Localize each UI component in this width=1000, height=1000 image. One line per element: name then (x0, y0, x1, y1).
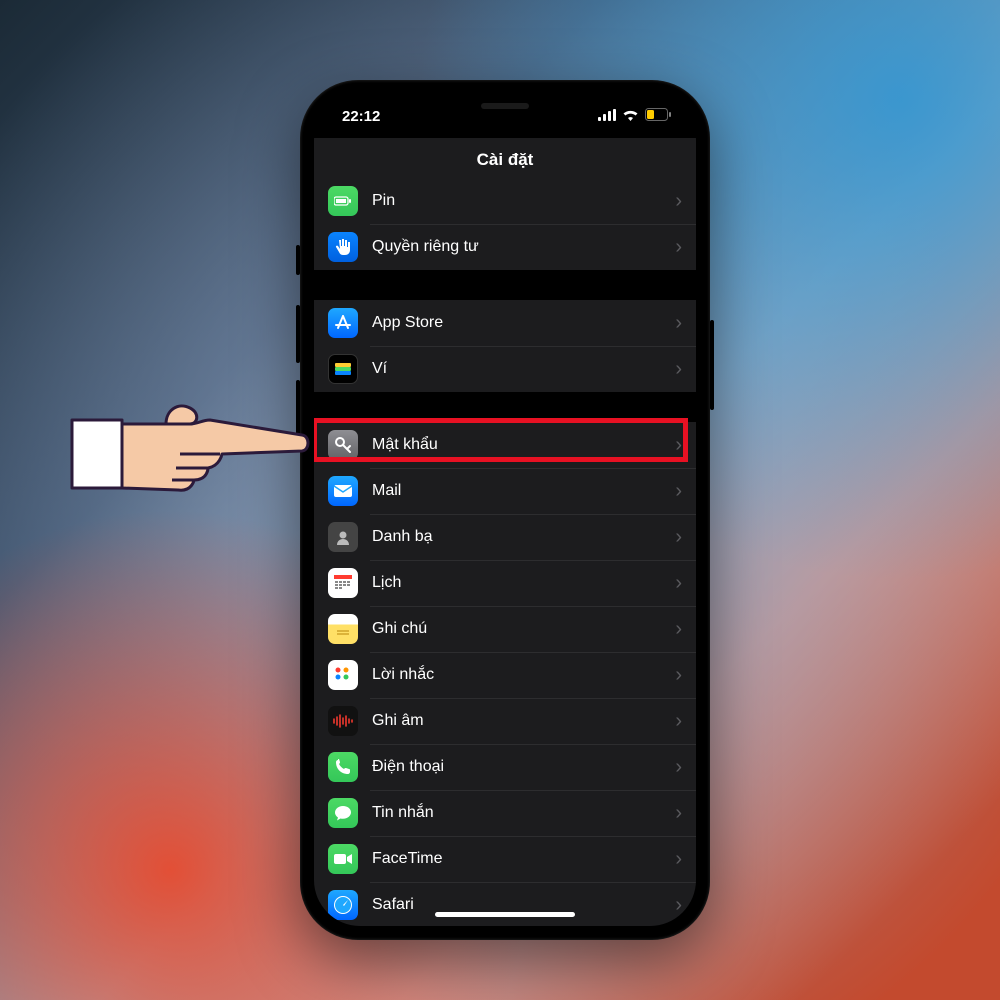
notes-icon (328, 614, 358, 644)
battery-icon (328, 186, 358, 216)
messages-icon (328, 798, 358, 828)
settings-row-battery[interactable]: Pin › (314, 182, 696, 224)
cellular-icon (598, 108, 616, 125)
row-label: FaceTime (372, 850, 675, 868)
settings-row-contacts[interactable]: Danh bạ › (314, 514, 696, 560)
row-label: App Store (372, 314, 675, 332)
row-label: Tin nhắn (372, 804, 675, 822)
row-label: Mail (372, 482, 675, 500)
contacts-icon (328, 522, 358, 552)
chevron-right-icon: › (675, 236, 682, 259)
appstore-icon (328, 308, 358, 338)
settings-row-phone[interactable]: Điện thoại › (314, 744, 696, 790)
reminders-icon (328, 660, 358, 690)
chevron-right-icon: › (675, 526, 682, 549)
row-label: Điện thoại (372, 758, 675, 776)
row-label: Mật khẩu (372, 436, 675, 454)
settings-row-voice-memos[interactable]: Ghi âm › (314, 698, 696, 744)
row-label: Quyền riêng tư (372, 238, 675, 256)
chevron-right-icon: › (675, 434, 682, 457)
chevron-right-icon: › (675, 618, 682, 641)
phone-screen: 22:12 Cài đặt (314, 94, 696, 926)
wifi-icon (622, 108, 639, 125)
settings-row-wallet[interactable]: Ví › (314, 346, 696, 392)
phone-icon (328, 752, 358, 782)
chevron-right-icon: › (675, 756, 682, 779)
settings-row-safari[interactable]: Safari › (314, 882, 696, 926)
home-indicator[interactable] (435, 912, 575, 917)
nav-header: Cài đặt (314, 138, 696, 182)
battery-icon (645, 108, 672, 125)
row-label: Lời nhắc (372, 666, 675, 684)
settings-row-notes[interactable]: Ghi chú › (314, 606, 696, 652)
row-label: Danh bạ (372, 528, 675, 546)
calendar-icon (328, 568, 358, 598)
mute-switch (296, 245, 300, 275)
row-label: Lịch (372, 574, 675, 592)
chevron-right-icon: › (675, 480, 682, 503)
chevron-right-icon: › (675, 802, 682, 825)
facetime-icon (328, 844, 358, 874)
settings-group: App Store › Ví › (314, 300, 696, 392)
settings-list[interactable]: Pin › Quyền riêng tư › (314, 182, 696, 926)
waveform-icon (328, 706, 358, 736)
settings-group: Pin › Quyền riêng tư › (314, 182, 696, 270)
row-label: Pin (372, 192, 675, 210)
chevron-right-icon: › (675, 848, 682, 871)
pointing-hand-illustration (70, 380, 320, 525)
row-label: Ghi âm (372, 712, 675, 730)
settings-row-reminders[interactable]: Lời nhắc › (314, 652, 696, 698)
chevron-right-icon: › (675, 664, 682, 687)
chevron-right-icon: › (675, 572, 682, 595)
chevron-right-icon: › (675, 894, 682, 917)
settings-row-messages[interactable]: Tin nhắn › (314, 790, 696, 836)
settings-row-passwords[interactable]: Mật khẩu › (314, 422, 696, 468)
settings-row-privacy[interactable]: Quyền riêng tư › (314, 224, 696, 270)
power-button (710, 320, 714, 410)
settings-row-appstore[interactable]: App Store › (314, 300, 696, 346)
page-title: Cài đặt (477, 150, 534, 170)
settings-row-facetime[interactable]: FaceTime › (314, 836, 696, 882)
safari-icon (328, 890, 358, 920)
row-label: Ví (372, 360, 675, 378)
status-time: 22:12 (342, 108, 380, 125)
chevron-right-icon: › (675, 710, 682, 733)
notch (410, 94, 600, 124)
hand-icon (328, 232, 358, 262)
row-label: Ghi chú (372, 620, 675, 638)
chevron-right-icon: › (675, 358, 682, 381)
settings-row-mail[interactable]: Mail › (314, 468, 696, 514)
settings-row-calendar[interactable]: Lịch › (314, 560, 696, 606)
wallet-icon (328, 354, 358, 384)
settings-group: Mật khẩu › Mail › Danh bạ (314, 422, 696, 926)
mail-icon (328, 476, 358, 506)
chevron-right-icon: › (675, 190, 682, 213)
key-icon (328, 430, 358, 460)
tutorial-background: 22:12 Cài đặt (0, 0, 1000, 1000)
phone-frame: 22:12 Cài đặt (300, 80, 710, 940)
volume-up-button (296, 305, 300, 363)
chevron-right-icon: › (675, 312, 682, 335)
